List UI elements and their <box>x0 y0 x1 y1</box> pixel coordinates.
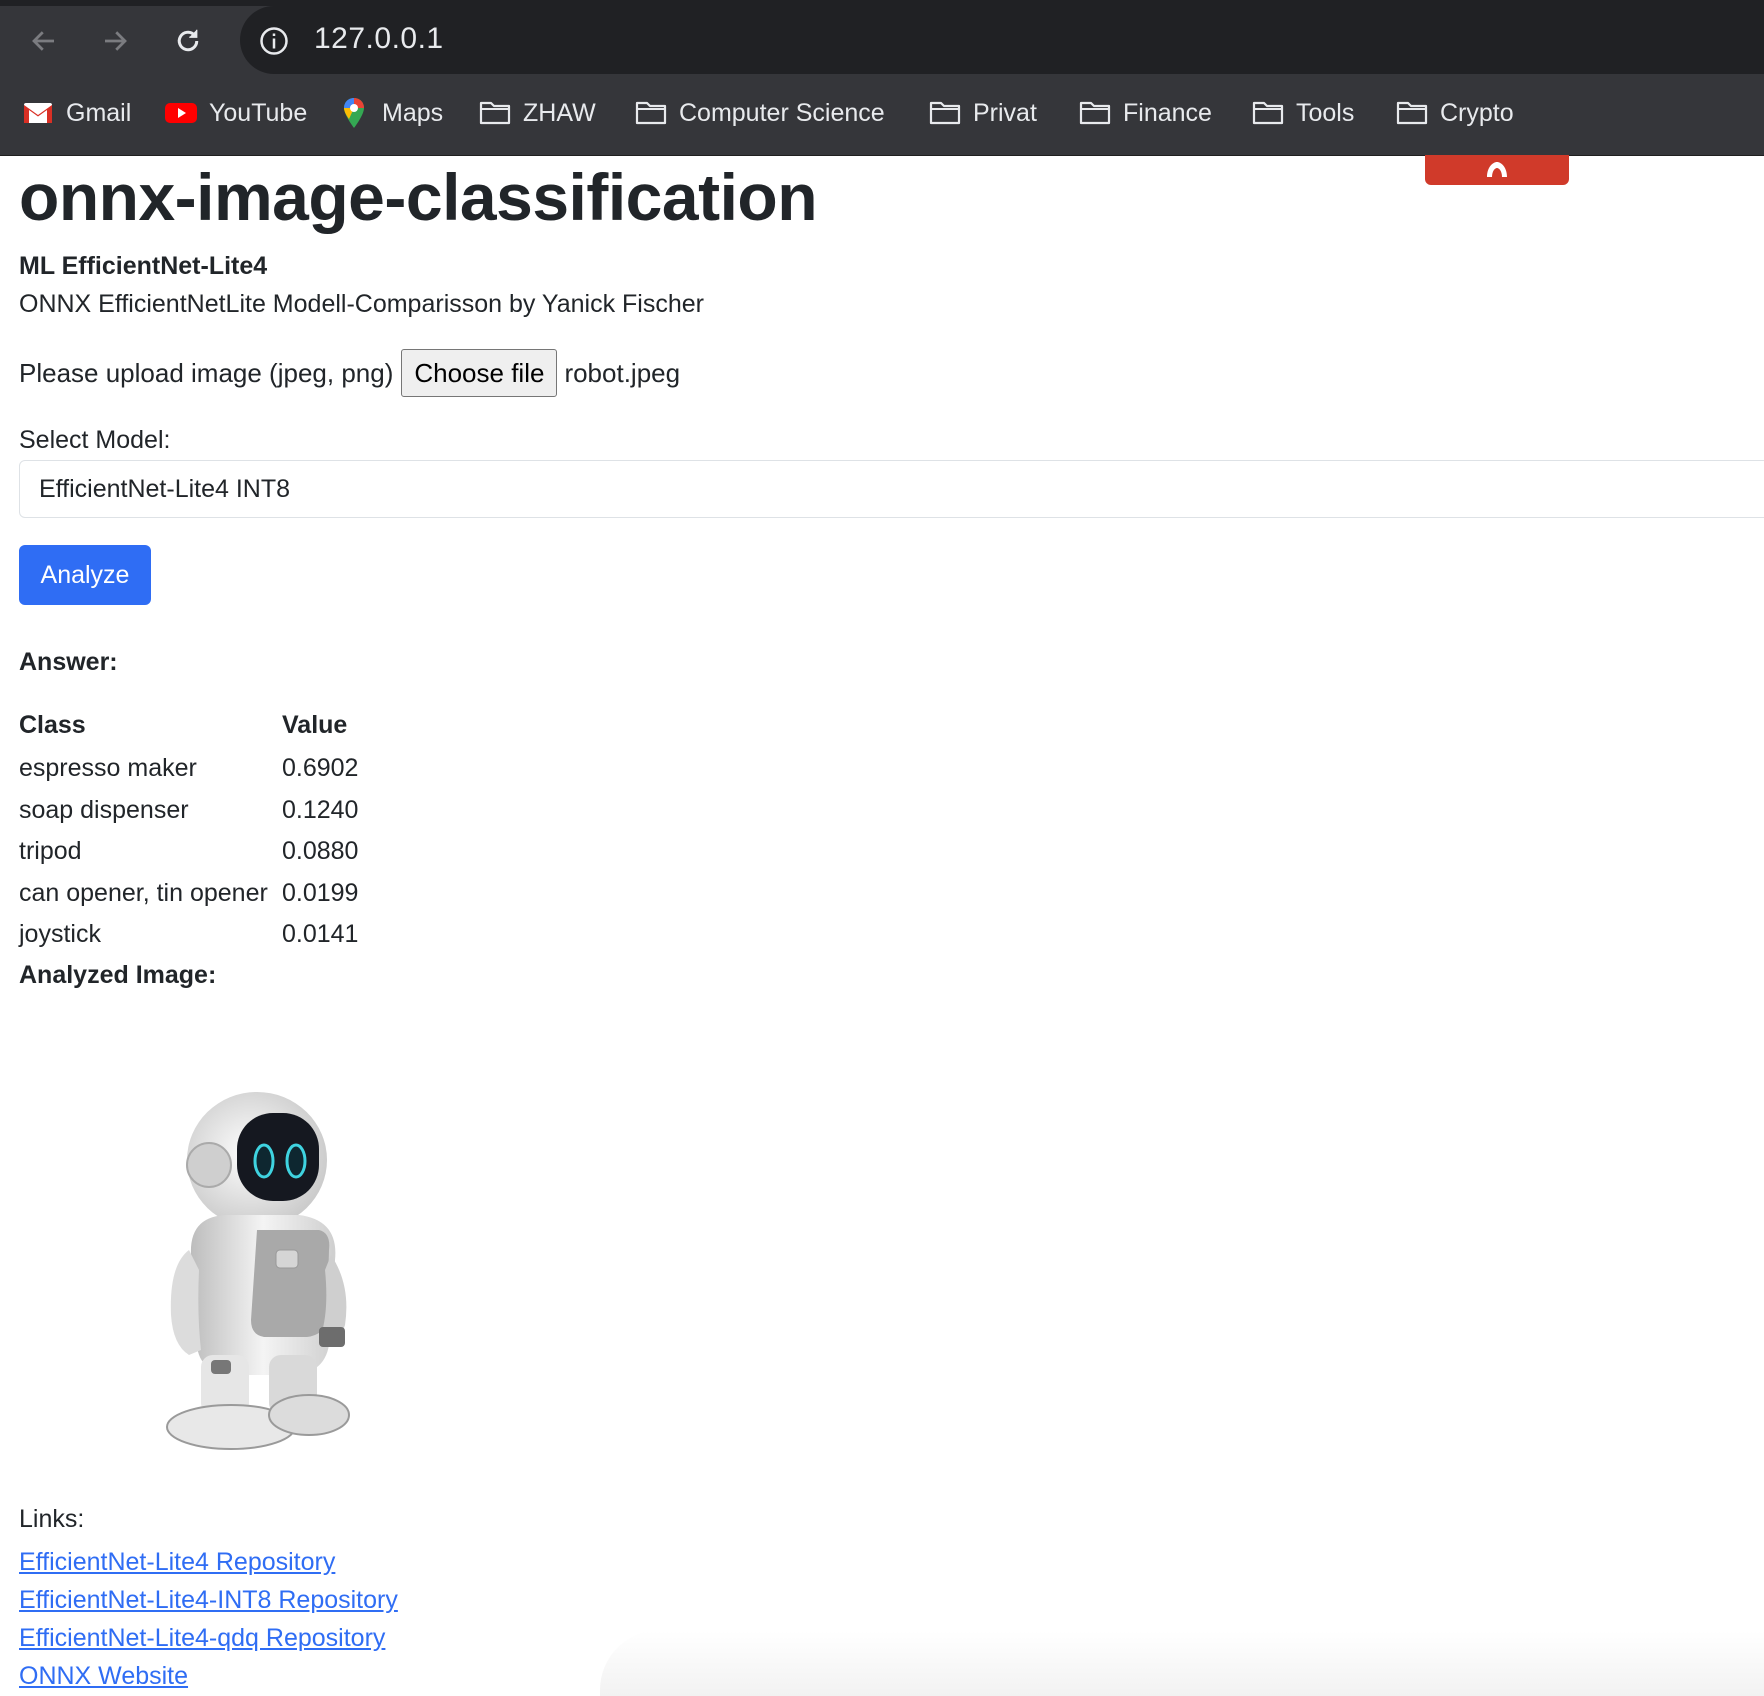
info-icon[interactable] <box>259 26 289 56</box>
page-title: onnx-image-classification <box>19 160 818 234</box>
select-model-label: Select Model: <box>19 426 171 454</box>
folder-icon <box>1252 97 1284 129</box>
link-efficientnet-lite4-qdq-repository[interactable]: EfficientNet-Lite4-qdq Repository <box>19 1619 398 1657</box>
arrow-left-icon <box>32 31 54 51</box>
table-row: joystick 0.0141 <box>19 914 358 956</box>
gmail-icon <box>22 97 54 129</box>
folder-icon <box>929 97 961 129</box>
youtube-icon <box>165 97 197 129</box>
column-header-class: Class <box>19 711 86 739</box>
folder-icon <box>1079 97 1111 129</box>
bookmark-crypto[interactable]: Crypto <box>1396 90 1514 136</box>
bookmark-label: Tools <box>1296 98 1355 127</box>
page-description: ONNX EfficientNetLite Modell-Comparisson… <box>19 290 704 318</box>
bookmark-label: YouTube <box>209 98 308 127</box>
reload-icon <box>177 29 199 52</box>
class-cell: joystick <box>19 920 101 949</box>
links-list: EfficientNet-Lite4 Repository EfficientN… <box>19 1543 398 1695</box>
folder-icon <box>635 97 667 129</box>
upload-row: Please upload image (jpeg, png) Choose f… <box>19 349 680 397</box>
analyze-button[interactable]: Analyze <box>19 545 151 605</box>
bookmark-label: Finance <box>1123 98 1212 127</box>
reload-button[interactable] <box>165 18 211 64</box>
bookmark-label: ZHAW <box>523 98 596 127</box>
link-onnx-website[interactable]: ONNX Website <box>19 1657 398 1695</box>
hosted-app-tab[interactable] <box>1425 155 1569 185</box>
window-shadow <box>600 1630 1764 1696</box>
bookmarks-bar: Gmail YouTube Maps ZHAW Computer Science <box>0 90 1764 136</box>
value-cell: 0.0141 <box>282 920 359 949</box>
table-row: can opener, tin opener 0.0199 <box>19 873 358 915</box>
analyzed-image-label: Analyzed Image: <box>19 961 217 989</box>
value-cell: 0.6902 <box>282 754 359 783</box>
bookmark-tools[interactable]: Tools <box>1252 90 1354 136</box>
selected-model-value: EfficientNet-Lite4 INT8 <box>39 474 291 503</box>
bookmark-label: Computer Science <box>679 98 885 127</box>
choose-file-button[interactable]: Choose file <box>401 349 558 397</box>
table-row: espresso maker 0.6902 <box>19 748 358 790</box>
class-cell: tripod <box>19 837 82 866</box>
streamlit-crown-icon <box>1487 162 1507 177</box>
bookmark-label: Gmail <box>66 98 132 127</box>
arrow-right-icon <box>105 31 127 51</box>
model-select[interactable]: EfficientNet-Lite4 INT8 <box>19 460 1764 518</box>
selected-file-name: robot.jpeg <box>564 357 681 388</box>
class-cell: can opener, tin opener <box>19 878 268 907</box>
class-cell: espresso maker <box>19 754 197 783</box>
bookmark-label: Privat <box>973 98 1037 127</box>
results-table: Class Value espresso maker 0.6902 soap d… <box>19 703 358 956</box>
bookmark-zhaw[interactable]: ZHAW <box>479 90 596 136</box>
table-header-row: Class Value <box>19 703 358 748</box>
folder-icon <box>479 97 511 129</box>
link-efficientnet-lite4-repository[interactable]: EfficientNet-Lite4 Repository <box>19 1543 398 1581</box>
bookmark-finance[interactable]: Finance <box>1079 90 1212 136</box>
model-heading: ML EfficientNet-Lite4 <box>19 252 268 280</box>
table-row: soap dispenser 0.1240 <box>19 790 358 832</box>
folder-icon <box>1396 97 1428 129</box>
bookmark-youtube[interactable]: YouTube <box>165 90 307 136</box>
url-text[interactable]: 127.0.0.1 <box>314 22 444 56</box>
maps-icon <box>338 97 370 129</box>
address-bar[interactable]: 127.0.0.1 <box>240 6 1764 74</box>
bookmark-privat[interactable]: Privat <box>929 90 1037 136</box>
browser-chrome: 127.0.0.1 Gmail YouTube Maps ZHAW Comput… <box>0 0 1764 156</box>
answer-label: Answer: <box>19 648 118 676</box>
forward-button[interactable] <box>92 18 138 64</box>
bookmark-computer-science[interactable]: Computer Science <box>635 90 885 136</box>
value-cell: 0.0880 <box>282 837 359 866</box>
analyzed-robot-image <box>166 1092 350 1450</box>
bookmark-maps[interactable]: Maps <box>338 90 443 136</box>
column-header-value: Value <box>282 711 348 739</box>
links-label: Links: <box>19 1505 85 1533</box>
bookmark-gmail[interactable]: Gmail <box>22 90 131 136</box>
class-cell: soap dispenser <box>19 795 189 824</box>
value-cell: 0.1240 <box>282 795 359 824</box>
value-cell: 0.0199 <box>282 878 359 907</box>
table-row: tripod 0.0880 <box>19 831 358 873</box>
bookmark-label: Maps <box>382 98 444 127</box>
link-efficientnet-lite4-int8-repository[interactable]: EfficientNet-Lite4-INT8 Repository <box>19 1581 398 1619</box>
upload-label: Please upload image (jpeg, png) <box>19 357 394 388</box>
back-button[interactable] <box>21 18 67 64</box>
bookmark-label: Crypto <box>1440 98 1514 127</box>
